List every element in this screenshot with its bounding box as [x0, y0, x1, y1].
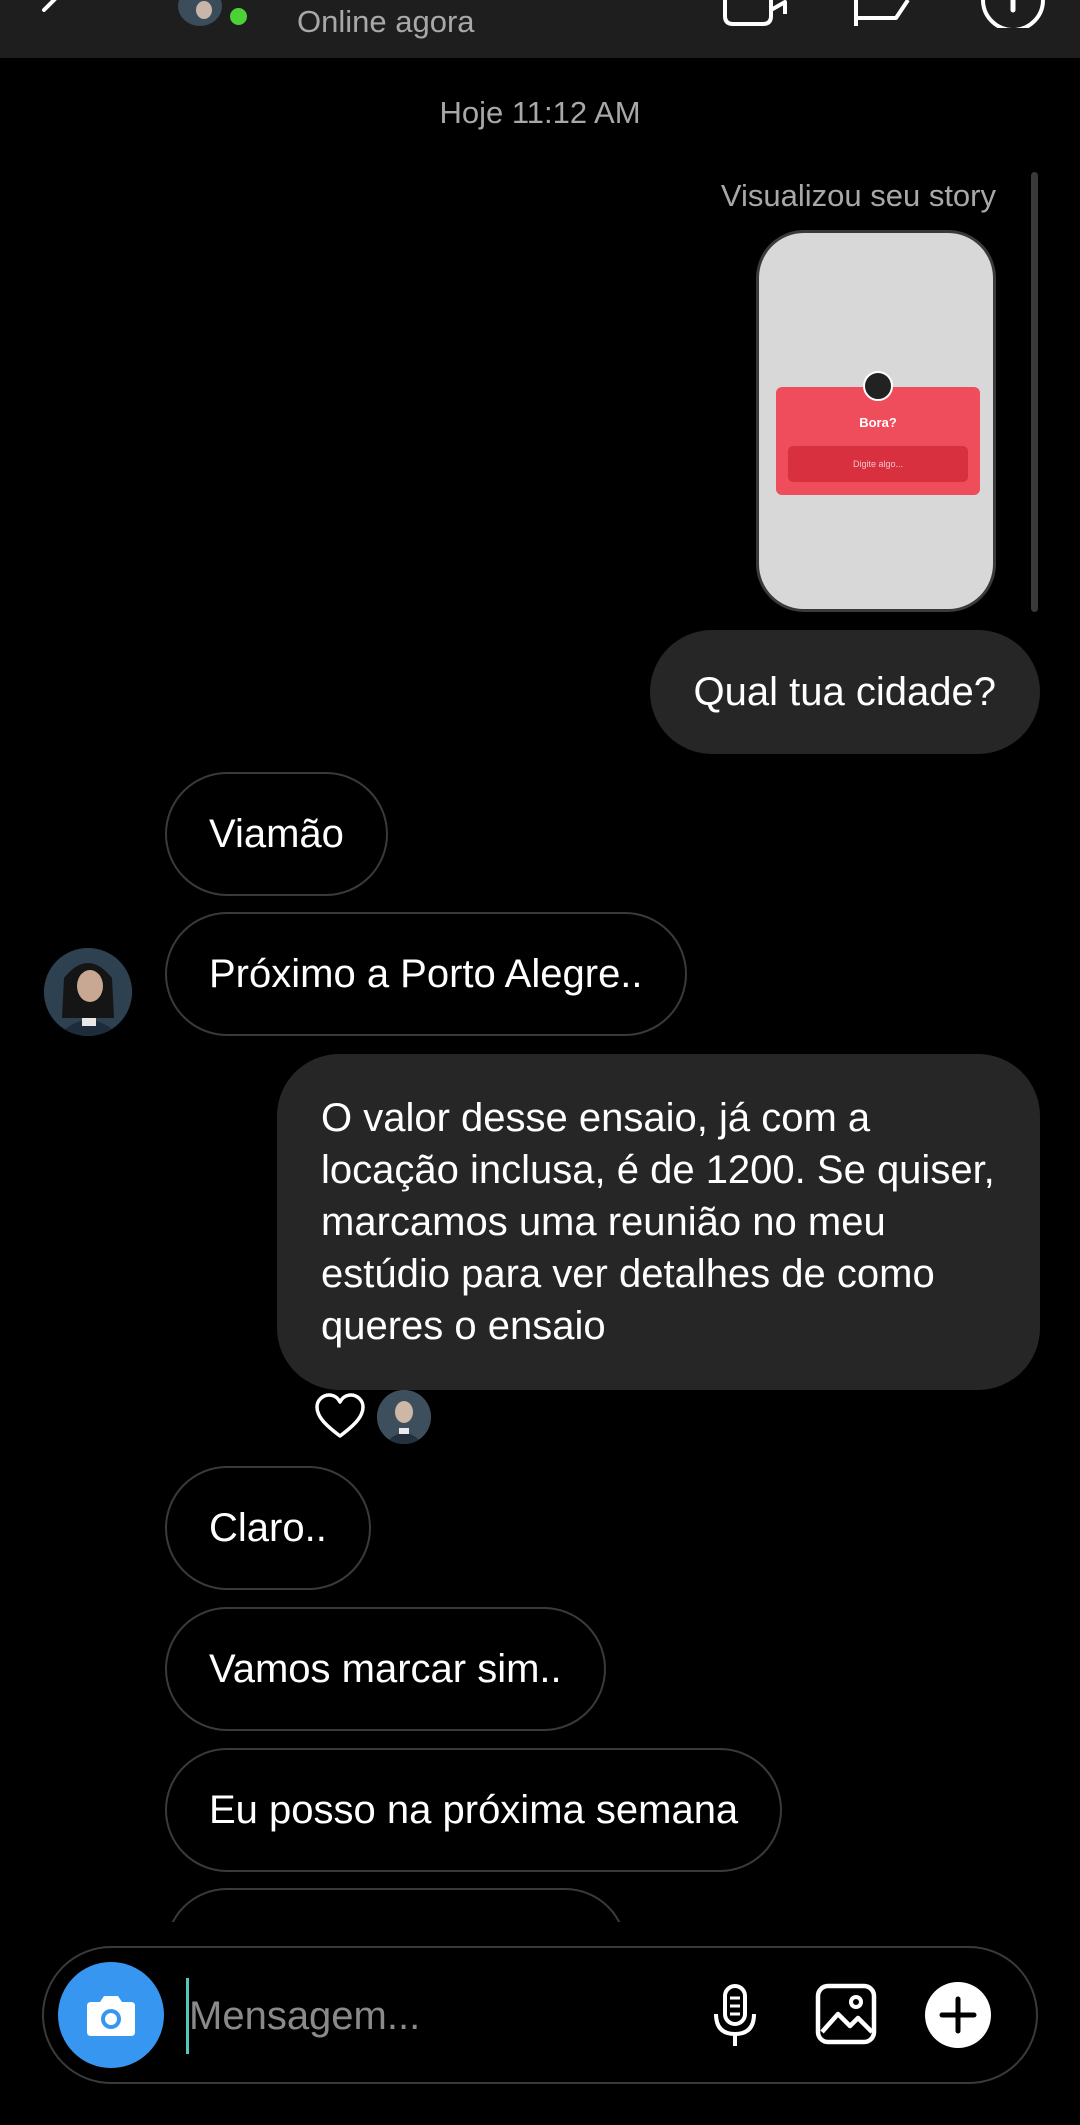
plus-icon[interactable] — [924, 1981, 992, 2049]
message-sent[interactable]: O valor desse ensaio, já com a locação i… — [277, 1054, 1040, 1390]
message-received[interactable]: Vamos marcar sim.. — [165, 1607, 606, 1731]
microphone-icon[interactable] — [710, 1982, 760, 2052]
message-received[interactable]: Próximo a Porto Alegre.. — [165, 912, 687, 1036]
reaction-avatar-photo — [377, 1390, 431, 1444]
message-composer — [42, 1946, 1038, 2084]
camera-button[interactable] — [58, 1962, 164, 2068]
story-question-input: Digite algo... — [788, 446, 968, 482]
back-arrow-icon[interactable] — [30, 0, 70, 30]
heart-icon[interactable] — [314, 1392, 366, 1440]
story-question-title: Bora? — [859, 415, 897, 430]
message-input[interactable] — [186, 1978, 731, 2054]
message-received[interactable]: Eu posso na próxima semana — [165, 1748, 783, 1872]
info-icon[interactable] — [980, 0, 1046, 28]
flag-icon[interactable] — [852, 0, 912, 28]
video-call-icon[interactable] — [722, 0, 788, 28]
contact-status: Online agora — [297, 4, 475, 39]
reaction-avatar[interactable] — [377, 1390, 431, 1444]
story-reply-caption: Visualizou seu story — [720, 178, 996, 213]
avatar-photo — [44, 948, 132, 1036]
chat-header: Online agora — [0, 0, 1080, 58]
contact-avatar[interactable] — [178, 0, 228, 28]
scrollbar[interactable] — [1031, 172, 1038, 612]
message-sent[interactable]: Qual tua cidade? — [649, 630, 1040, 754]
camera-icon — [87, 1996, 135, 2036]
message-received[interactable]: Claro.. — [165, 1466, 371, 1590]
message-received[interactable]: Viamão — [165, 772, 388, 896]
story-preview[interactable]: Bora? Digite algo... — [756, 230, 996, 612]
story-avatar — [863, 371, 893, 401]
chat-timestamp: Hoje 11:12 AM — [439, 95, 641, 130]
online-indicator — [225, 3, 252, 30]
gallery-icon[interactable] — [814, 1982, 878, 2046]
contact-avatar[interactable] — [44, 948, 132, 1036]
story-question-card: Bora? Digite algo... — [776, 387, 980, 495]
